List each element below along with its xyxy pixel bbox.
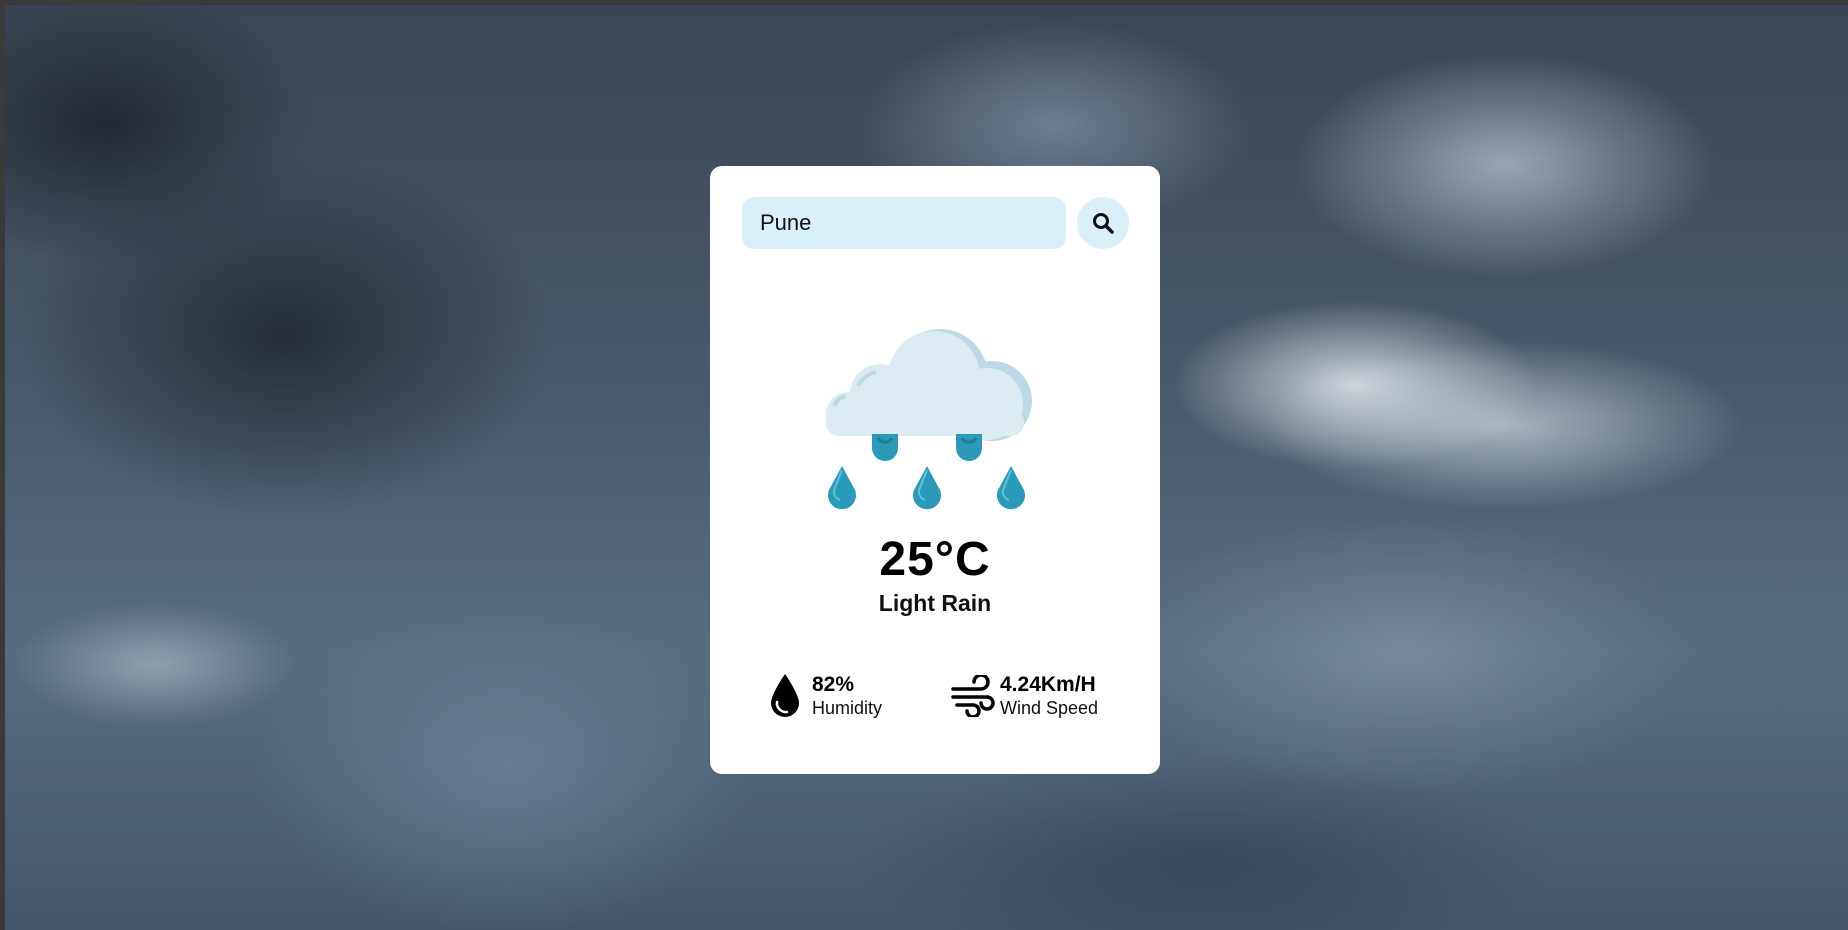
rain-cloud-icon <box>826 329 1032 510</box>
temperature: 25°C <box>879 533 991 586</box>
weather-card: 25°C Light Rain 82% Humidity 4.24Km/H Wi… <box>710 166 1160 774</box>
water-drop-icon <box>771 674 799 717</box>
humidity-stat: 82% Humidity <box>762 671 882 721</box>
weather-condition: Light Rain <box>878 590 992 616</box>
humidity-value: 82% <box>812 673 855 696</box>
humidity-label: Humidity <box>812 698 883 718</box>
wind-stat: 4.24Km/H Wind Speed <box>950 671 1098 721</box>
city-search-input[interactable] <box>742 197 1066 249</box>
wind-speed-value: 4.24Km/H <box>1000 673 1096 696</box>
wind-speed-label: Wind Speed <box>1000 698 1099 718</box>
search-icon <box>1093 213 1114 234</box>
wind-icon <box>951 675 995 717</box>
search-button[interactable] <box>1077 197 1129 249</box>
